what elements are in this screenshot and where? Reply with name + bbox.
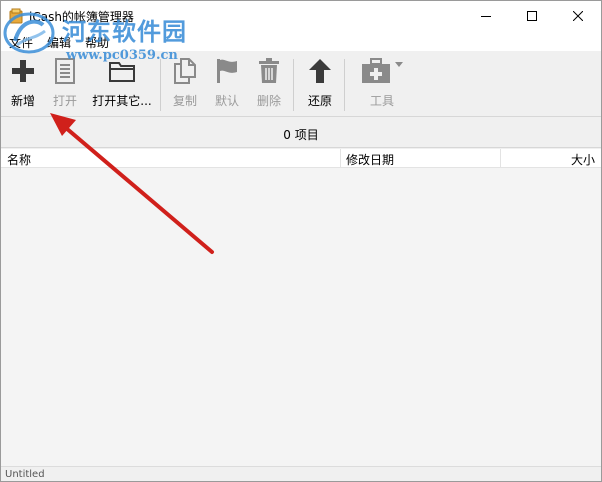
toolbar: 新增 打开 打开其它... 复制 默认 删除 还原 工具 bbox=[1, 51, 601, 117]
column-size[interactable]: 大小 bbox=[571, 151, 595, 168]
item-count: 0 项目 bbox=[283, 128, 319, 142]
toolbox-icon bbox=[362, 58, 390, 83]
open-other-button[interactable]: 打开其它... bbox=[89, 57, 155, 113]
delete-button[interactable]: 删除 bbox=[251, 57, 287, 113]
toolbar-separator bbox=[344, 59, 345, 111]
list-header: 名称 修改日期 大小 bbox=[1, 149, 601, 168]
folder-icon bbox=[109, 62, 135, 82]
window-title: iCash的帐簿管理器 bbox=[29, 10, 134, 24]
arrow-up-icon bbox=[309, 59, 331, 83]
plus-icon bbox=[12, 60, 34, 82]
dropdown-arrow-icon bbox=[395, 62, 403, 67]
document-icon bbox=[55, 58, 75, 84]
default-button[interactable]: 默认 bbox=[209, 57, 245, 113]
maximize-icon bbox=[527, 11, 537, 21]
close-icon bbox=[573, 11, 583, 21]
menu-file[interactable]: 文件 bbox=[9, 34, 33, 51]
minimize-button[interactable] bbox=[463, 1, 509, 31]
new-button[interactable]: 新增 bbox=[5, 57, 41, 113]
tools-button-label: 工具 bbox=[369, 94, 394, 108]
restore-button[interactable]: 还原 bbox=[302, 57, 338, 113]
minimize-icon bbox=[481, 16, 491, 17]
open-other-button-label: 打开其它... bbox=[92, 94, 152, 108]
toolbar-separator bbox=[293, 59, 294, 111]
item-count-bar: 0 项目 bbox=[1, 118, 601, 148]
file-list[interactable] bbox=[1, 168, 601, 466]
copy-icon bbox=[174, 58, 196, 84]
column-modified-date[interactable]: 修改日期 bbox=[346, 151, 394, 168]
trash-icon bbox=[259, 58, 279, 83]
status-bar: Untitled bbox=[1, 466, 601, 481]
open-button[interactable]: 打开 bbox=[47, 57, 83, 113]
status-text: Untitled bbox=[5, 469, 45, 480]
menu-bar: 文件 编辑 帮助 bbox=[1, 31, 601, 51]
column-name[interactable]: 名称 bbox=[7, 151, 31, 168]
title-bar: iCash的帐簿管理器 bbox=[1, 1, 601, 31]
tools-button[interactable]: 工具 bbox=[359, 57, 405, 113]
menu-edit[interactable]: 编辑 bbox=[47, 34, 71, 51]
copy-button[interactable]: 复制 bbox=[167, 57, 203, 113]
app-icon bbox=[9, 8, 23, 24]
menu-help[interactable]: 帮助 bbox=[85, 34, 109, 51]
close-button[interactable] bbox=[555, 1, 601, 31]
column-divider[interactable] bbox=[500, 149, 501, 168]
new-button-label: 新增 bbox=[10, 94, 35, 108]
copy-button-label: 复制 bbox=[172, 94, 197, 108]
open-button-label: 打开 bbox=[52, 94, 77, 108]
flag-icon bbox=[217, 59, 237, 83]
restore-button-label: 还原 bbox=[307, 94, 332, 108]
app-window: iCash的帐簿管理器 文件 编辑 帮助 新增 打开 打开其它... 复制 默认… bbox=[0, 0, 602, 482]
toolbar-separator bbox=[160, 59, 161, 111]
default-button-label: 默认 bbox=[214, 94, 239, 108]
delete-button-label: 删除 bbox=[256, 94, 281, 108]
maximize-button[interactable] bbox=[509, 1, 555, 31]
column-divider[interactable] bbox=[340, 149, 341, 168]
